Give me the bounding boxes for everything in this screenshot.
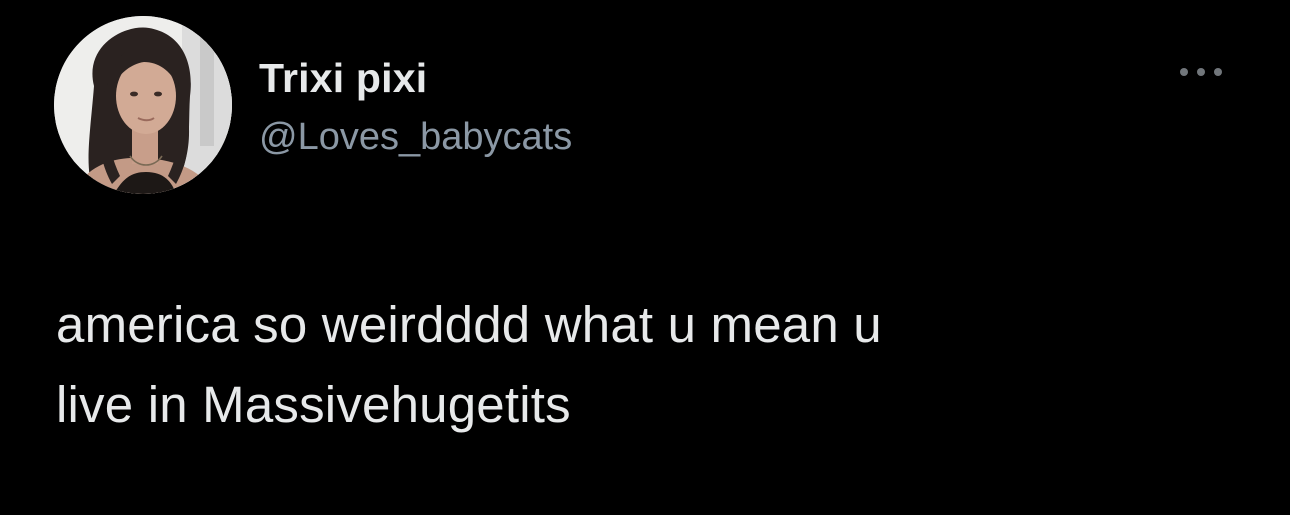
more-options-button[interactable] [1170, 52, 1232, 92]
more-options-icon [1180, 68, 1222, 76]
tweet-text-line: america so weirdddd what u mean u [56, 296, 882, 353]
tweet-text: america so weirdddd what u mean u live i… [56, 285, 1246, 445]
author-handle[interactable]: @Loves_babycats [259, 114, 572, 160]
tweet-text-line: live in Massivehugetits [56, 376, 571, 433]
tweet-card: Trixi pixi @Loves_babycats america so we… [0, 0, 1290, 515]
author-display-name[interactable]: Trixi pixi [259, 54, 427, 102]
user-avatar-photo-icon [54, 16, 232, 194]
avatar[interactable] [54, 16, 232, 194]
